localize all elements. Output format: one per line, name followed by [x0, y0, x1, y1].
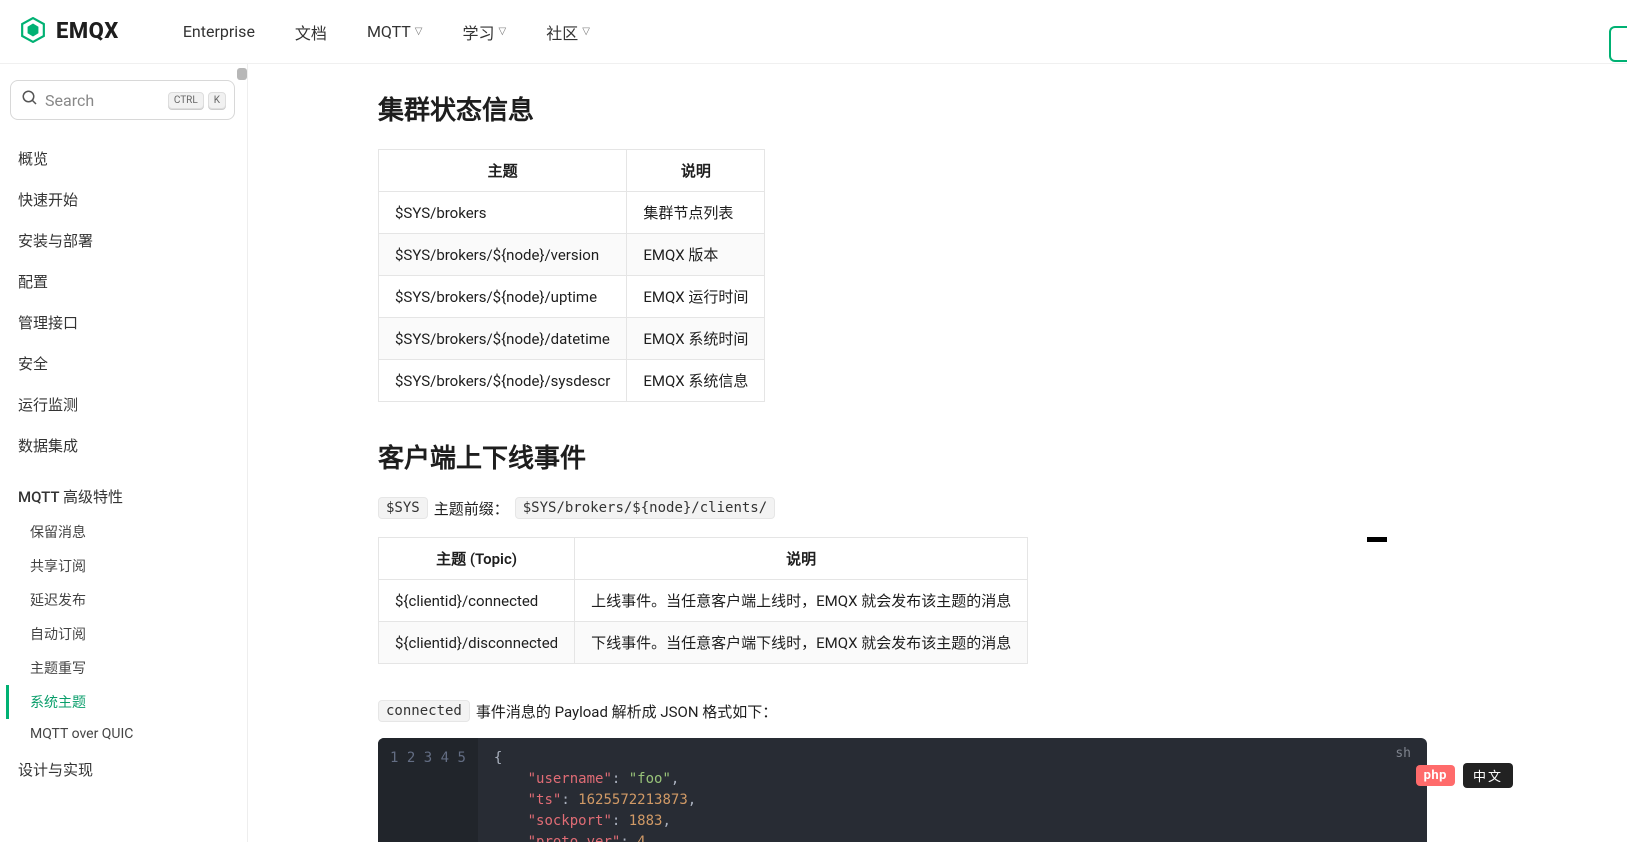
table-cell: EMQX 系统时间	[627, 318, 765, 360]
table-cell: $SYS/brokers/${node}/uptime	[379, 276, 627, 318]
table-row: $SYS/brokers/${node}/datetimeEMQX 系统时间	[379, 318, 765, 360]
nav-item-4[interactable]: 社区▽	[546, 20, 590, 44]
sidebar-item-7[interactable]: 数据集成	[6, 425, 239, 466]
sidebar-item-4[interactable]: 管理接口	[6, 302, 239, 343]
sidebar-sub-3[interactable]: 自动订阅	[6, 617, 239, 651]
sidebar-item-1[interactable]: 快速开始	[6, 179, 239, 220]
sidebar-item-2[interactable]: 安装与部署	[6, 220, 239, 261]
table-row: ${clientid}/connected上线事件。当任意客户端上线时，EMQX…	[379, 580, 1028, 622]
code-prefix-value: $SYS/brokers/${node}/clients/	[515, 497, 775, 519]
table-row: $SYS/brokers/${node}/sysdescrEMQX 系统信息	[379, 360, 765, 402]
table-row: $SYS/brokers/${node}/versionEMQX 版本	[379, 234, 765, 276]
code-connected: connected	[378, 700, 470, 722]
minus-icon[interactable]	[1367, 537, 1387, 542]
table-cell: $SYS/brokers	[379, 192, 627, 234]
code-lines: { "username": "foo", "ts": 1625572213873…	[478, 738, 1427, 842]
sidebar-sub-6[interactable]: MQTT over QUIC	[6, 719, 239, 749]
kbd-ctrl: CTRL	[168, 92, 204, 109]
table-cell: $SYS/brokers/${node}/version	[379, 234, 627, 276]
chevron-down-icon: ▽	[582, 26, 590, 37]
cn-badge: 中文	[1463, 763, 1513, 788]
search-input[interactable]: Search CTRL K	[10, 80, 235, 120]
nav-item-2[interactable]: MQTT▽	[367, 20, 423, 44]
logo[interactable]: EMQX	[20, 17, 119, 47]
table-cell: $SYS/brokers/${node}/sysdescr	[379, 360, 627, 402]
sidebar: Search CTRL K 概览快速开始安装与部署配置管理接口安全运行监测数据集…	[0, 64, 248, 842]
table-cell: 集群节点列表	[627, 192, 765, 234]
table-cluster: 主题说明 $SYS/brokers集群节点列表$SYS/brokers/${no…	[378, 149, 765, 402]
prefix-line: $SYS 主题前缀： $SYS/brokers/${node}/clients/	[378, 497, 1427, 519]
table-cell: ${clientid}/connected	[379, 580, 575, 622]
heading-cluster: 集群状态信息	[378, 90, 1427, 127]
sidebar-item-6[interactable]: 运行监测	[6, 384, 239, 425]
top-nav: EMQX Enterprise 文档 MQTT▽ 学习▽ 社区▽	[0, 0, 1627, 64]
bottom-badges: php 中文	[1416, 763, 1513, 788]
heading-client-events: 客户端上下线事件	[378, 438, 1427, 475]
table-cell: 下线事件。当任意客户端下线时，EMQX 就会发布该主题的消息	[575, 622, 1028, 664]
table-cell: $SYS/brokers/${node}/datetime	[379, 318, 627, 360]
right-edge-button[interactable]	[1609, 26, 1627, 62]
nav-item-1[interactable]: 文档	[295, 20, 327, 44]
search-icon	[21, 89, 39, 111]
table-row: ${clientid}/disconnected下线事件。当任意客户端下线时，E…	[379, 622, 1028, 664]
code-block: 1 2 3 4 5 { "username": "foo", "ts": 162…	[378, 738, 1427, 842]
sidebar-item-3[interactable]: 配置	[6, 261, 239, 302]
sidebar-section-mqtt[interactable]: MQTT 高级特性	[6, 474, 239, 515]
nav-items: Enterprise 文档 MQTT▽ 学习▽ 社区▽	[183, 20, 590, 44]
code-sys: $SYS	[378, 497, 428, 519]
table-events: 主题 (Topic)说明 ${clientid}/connected上线事件。当…	[378, 537, 1028, 664]
sidebar-sub-4[interactable]: 主题重写	[6, 651, 239, 685]
chevron-down-icon: ▽	[415, 26, 423, 37]
php-badge: php	[1416, 765, 1455, 786]
main-content: 集群状态信息 主题说明 $SYS/brokers集群节点列表$SYS/broke…	[248, 64, 1627, 842]
table-row: $SYS/brokers集群节点列表	[379, 192, 765, 234]
sidebar-item-0[interactable]: 概览	[6, 138, 239, 179]
payload-line: connected 事件消息的 Payload 解析成 JSON 格式如下：	[378, 700, 1427, 722]
prefix-label: 主题前缀：	[434, 498, 509, 519]
table-cell: EMQX 版本	[627, 234, 765, 276]
kbd-k: K	[208, 92, 226, 109]
table-cell: ${clientid}/disconnected	[379, 622, 575, 664]
logo-icon	[20, 17, 46, 47]
chevron-down-icon: ▽	[499, 26, 507, 37]
sidebar-sub-1[interactable]: 共享订阅	[6, 549, 239, 583]
table-header: 主题 (Topic)	[379, 538, 575, 580]
sidebar-item-design[interactable]: 设计与实现	[6, 749, 239, 790]
payload-text: 事件消息的 Payload 解析成 JSON 格式如下：	[476, 701, 777, 722]
table-cell: EMQX 系统信息	[627, 360, 765, 402]
nav-item-3[interactable]: 学习▽	[463, 20, 507, 44]
table-header: 主题	[379, 150, 627, 192]
sidebar-sub-2[interactable]: 延迟发布	[6, 583, 239, 617]
table-header: 说明	[627, 150, 765, 192]
sidebar-item-5[interactable]: 安全	[6, 343, 239, 384]
sidebar-sub-0[interactable]: 保留消息	[6, 515, 239, 549]
code-gutter: 1 2 3 4 5	[378, 738, 478, 842]
code-lang-tag: sh	[1395, 746, 1411, 761]
table-row: $SYS/brokers/${node}/uptimeEMQX 运行时间	[379, 276, 765, 318]
sidebar-sub-5[interactable]: 系统主题	[6, 685, 239, 719]
nav-item-0[interactable]: Enterprise	[183, 20, 255, 44]
logo-text: EMQX	[56, 19, 119, 44]
table-header: 说明	[575, 538, 1028, 580]
scrollbar-thumb[interactable]	[237, 68, 247, 80]
table-cell: 上线事件。当任意客户端上线时，EMQX 就会发布该主题的消息	[575, 580, 1028, 622]
table-cell: EMQX 运行时间	[627, 276, 765, 318]
search-placeholder: Search	[45, 91, 162, 110]
